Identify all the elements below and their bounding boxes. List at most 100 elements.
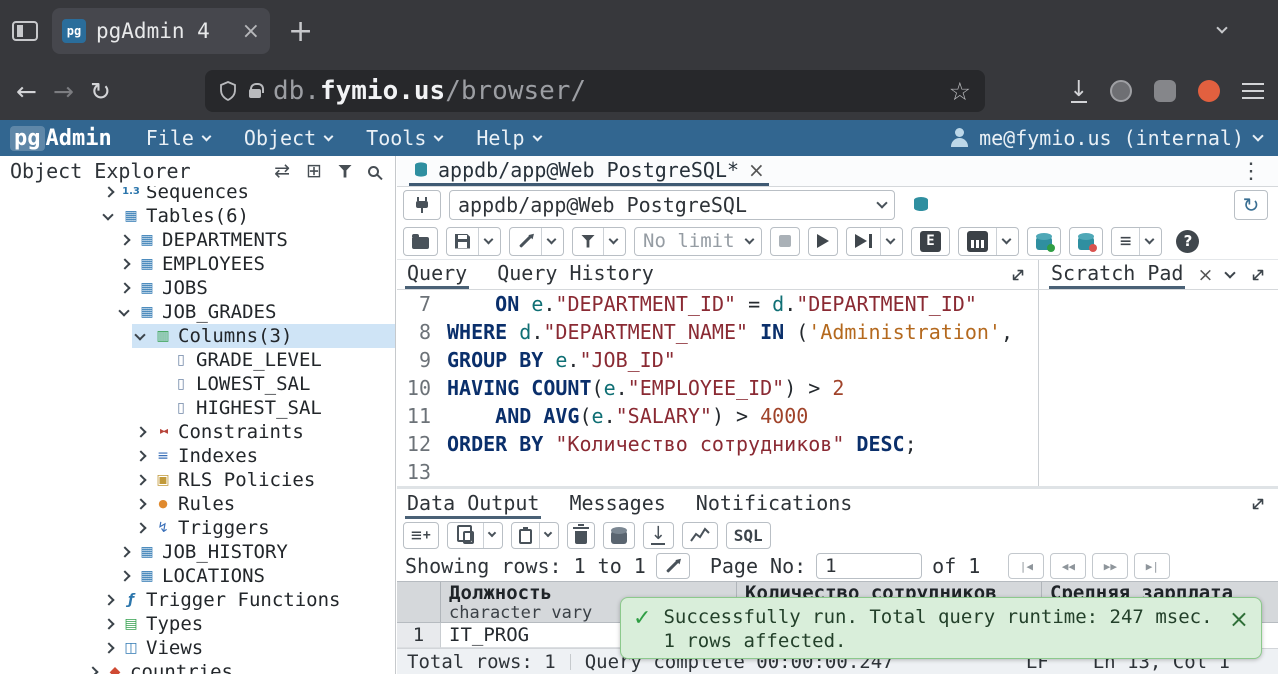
edit-range-button[interactable]	[656, 553, 690, 579]
tree-item-job-grades[interactable]: ▦JOB_GRADES	[0, 300, 395, 324]
tree-item-columns-3-[interactable]: ▥Columns(3)	[0, 324, 395, 348]
new-connection-button[interactable]	[903, 190, 939, 220]
tab-query[interactable]: Query	[405, 260, 469, 289]
chevron-down-icon[interactable]	[484, 234, 494, 244]
chevron-right-icon[interactable]	[132, 520, 148, 536]
url-bar[interactable]: db.fymio.us/browser/ ☆	[205, 70, 985, 112]
chevron-right-icon[interactable]	[100, 592, 116, 608]
chevron-down-icon[interactable]	[547, 234, 557, 244]
tree-item-rules[interactable]: ●Rules	[0, 492, 395, 516]
connection-select[interactable]: appdb/app@Web PostgreSQL	[449, 190, 895, 220]
tree-item-indexes[interactable]: ≡Indexes	[0, 444, 395, 468]
tree-item-jobs[interactable]: ▦JOBS	[0, 276, 395, 300]
scratch-pad[interactable]	[1040, 290, 1278, 486]
expand-icon[interactable]: ↔	[1245, 491, 1272, 518]
chevron-right-icon[interactable]	[116, 280, 132, 296]
edit-button[interactable]	[509, 227, 564, 256]
chevron-right-icon[interactable]	[116, 232, 132, 248]
search-icon[interactable]	[368, 166, 379, 177]
tree-item-departments[interactable]: ▦DEPARTMENTS	[0, 228, 395, 252]
explain-analyze-button[interactable]	[958, 227, 1019, 256]
browser-tab[interactable]: pg pgAdmin 4 ×	[52, 8, 270, 54]
sql-button[interactable]: SQL	[726, 522, 771, 549]
code-line[interactable]: 12ORDER BY "Количество сотрудников" DESC…	[397, 430, 1038, 458]
expand-icon[interactable]: ↔	[1005, 261, 1032, 288]
download-results-button[interactable]: ↓	[643, 522, 674, 549]
query-tool-tab[interactable]: appdb/app@Web PostgreSQL* ×	[409, 156, 769, 186]
tab-close-icon[interactable]: ×	[242, 19, 260, 44]
help-button[interactable]: ?	[1176, 230, 1199, 253]
more-options-icon[interactable]: ⋮	[1240, 159, 1262, 184]
back-icon[interactable]: ←	[8, 77, 45, 106]
tab-query-history[interactable]: Query History	[495, 260, 656, 289]
page-number-input[interactable]	[816, 553, 922, 579]
close-icon[interactable]: ×	[1197, 264, 1213, 286]
close-icon[interactable]: ×	[748, 158, 765, 182]
limit-select[interactable]: No limit	[634, 227, 762, 256]
tab-data-output[interactable]: Data Output	[405, 489, 541, 519]
commit-button[interactable]	[1027, 227, 1061, 256]
tree-item-rls-policies[interactable]: ▣RLS Policies	[0, 468, 395, 492]
chevron-down-icon[interactable]	[1002, 234, 1012, 244]
menu-object[interactable]: Object	[244, 126, 332, 150]
refresh-tree-icon[interactable]: ⇄	[274, 160, 290, 182]
explain-button[interactable]: E	[911, 227, 950, 256]
last-page-button[interactable]: ▶|	[1134, 553, 1170, 579]
chevron-right-icon[interactable]	[116, 256, 132, 272]
tree-item-types[interactable]: ▤Types	[0, 612, 395, 636]
chevron-right-icon[interactable]	[100, 640, 116, 656]
chevron-down-icon[interactable]	[132, 328, 148, 344]
new-tab-button[interactable]: +	[288, 14, 313, 49]
chevron-down-icon[interactable]	[116, 304, 132, 320]
chevron-down-icon[interactable]	[1224, 267, 1235, 278]
tree-item-lowest-sal[interactable]: ▯LOWEST_SAL	[0, 372, 395, 396]
next-page-button[interactable]: ▶▶	[1092, 553, 1128, 579]
expand-icon[interactable]: ↔	[1245, 261, 1272, 288]
code-line[interactable]: 9GROUP BY e."JOB_ID"	[397, 346, 1038, 374]
downloads-icon[interactable]: ↓	[1070, 80, 1088, 103]
chevron-right-icon[interactable]	[132, 496, 148, 512]
tree-item-triggers[interactable]: ↯Triggers	[0, 516, 395, 540]
first-page-button[interactable]: |◀	[1008, 553, 1044, 579]
save-button[interactable]	[446, 227, 501, 256]
user-menu[interactable]: me@fymio.us (internal)	[949, 126, 1262, 150]
tree-item-views[interactable]: ◫Views	[0, 636, 395, 660]
chevron-right-icon[interactable]	[132, 448, 148, 464]
extension-icon[interactable]	[1154, 80, 1176, 102]
filter-button[interactable]	[572, 227, 626, 256]
delete-row-button[interactable]	[567, 522, 595, 549]
open-file-button[interactable]	[403, 227, 438, 256]
connection-status-button[interactable]	[403, 190, 441, 220]
chevron-right-icon[interactable]	[100, 186, 116, 200]
menu-help[interactable]: Help	[476, 126, 540, 150]
row-number-cell[interactable]: 1	[397, 623, 441, 648]
tree-item-trigger-functions[interactable]: ƒTrigger Functions	[0, 588, 395, 612]
chevron-down-icon[interactable]	[1145, 234, 1155, 244]
menu-hamburger-icon[interactable]	[1242, 90, 1264, 92]
menu-tools[interactable]: Tools	[366, 126, 442, 150]
tree-item-tables-6-[interactable]: ▦Tables(6)	[0, 204, 395, 228]
sql-editor[interactable]: 7 ON e."DEPARTMENT_ID" = d."DEPARTMENT_I…	[397, 290, 1039, 486]
tree-item-constraints[interactable]: ▸◂Constraints	[0, 420, 395, 444]
chevron-right-icon[interactable]	[84, 664, 100, 674]
tree-item-job-history[interactable]: ▦JOB_HISTORY	[0, 540, 395, 564]
forward-icon[interactable]: →	[45, 77, 82, 106]
close-icon[interactable]: ×	[1229, 605, 1249, 633]
rollback-button[interactable]	[1069, 227, 1103, 256]
scratch-pad-title[interactable]: Scratch Pad	[1049, 260, 1185, 289]
chevron-down-icon[interactable]	[886, 234, 896, 244]
tree-item-sequences[interactable]: 1.3Sequences	[0, 186, 395, 204]
tree-item-countries[interactable]: ◆countries	[0, 660, 395, 674]
macros-button[interactable]: ≡	[1111, 227, 1162, 256]
code-line[interactable]: 13	[397, 458, 1038, 486]
chevron-right-icon[interactable]	[132, 424, 148, 440]
tab-notifications[interactable]: Notifications	[694, 489, 855, 519]
prev-page-button[interactable]: ◀◀	[1050, 553, 1086, 579]
graph-visualiser-button[interactable]	[682, 522, 718, 549]
reload-icon[interactable]: ↻	[82, 77, 119, 106]
save-data-button[interactable]	[603, 522, 635, 549]
extension-red-icon[interactable]	[1198, 80, 1220, 102]
extension-icon[interactable]	[1110, 80, 1132, 102]
chevron-right-icon[interactable]	[116, 544, 132, 560]
chevron-right-icon[interactable]	[116, 568, 132, 584]
